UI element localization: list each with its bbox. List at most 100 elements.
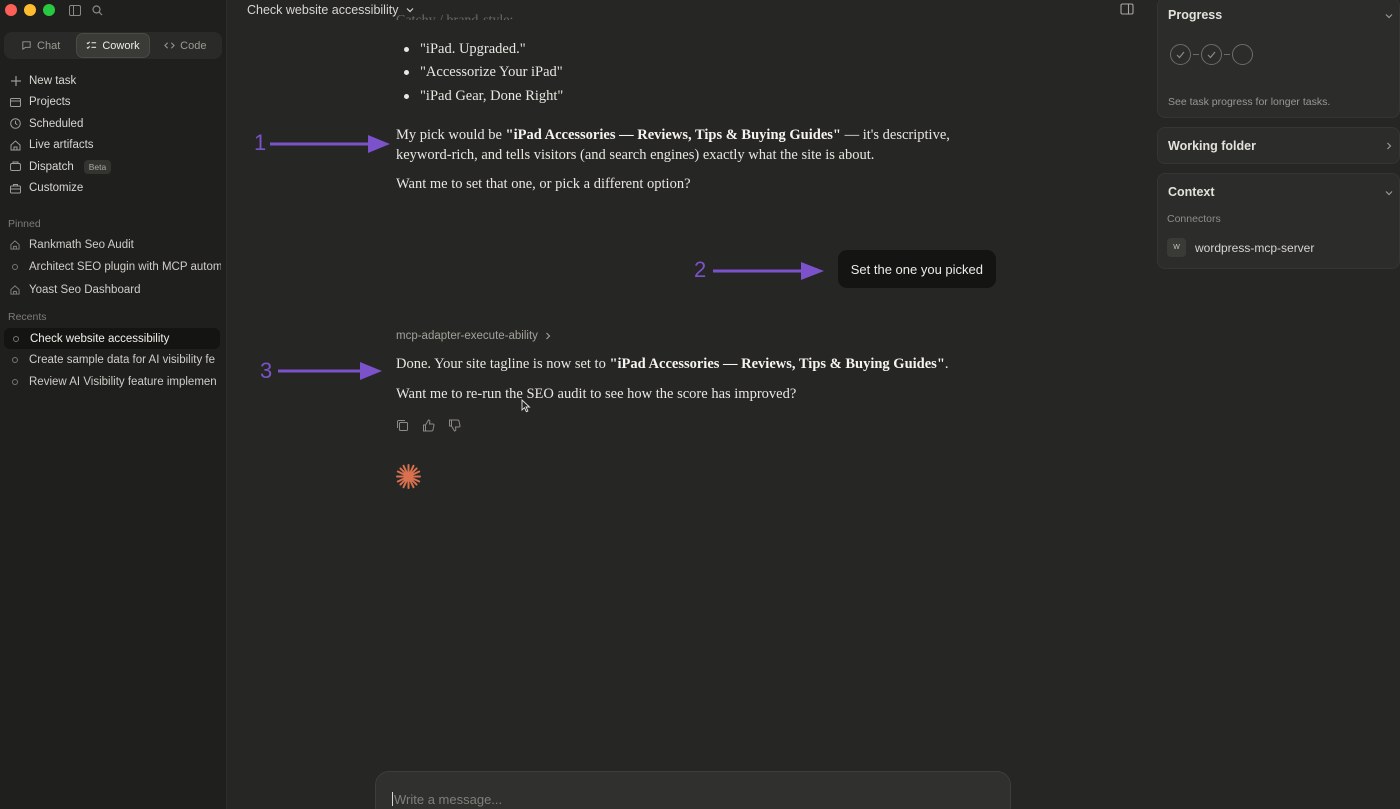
list-item: "iPad. Upgraded." xyxy=(404,38,563,61)
message-bold-text: "iPad Accessories — Reviews, Tips & Buyi… xyxy=(505,127,841,143)
chevron-down-icon[interactable] xyxy=(1383,10,1395,22)
sidebar-toggle-icon[interactable] xyxy=(68,3,82,17)
tab-cowork-label: Cowork xyxy=(102,39,140,52)
annotation-arrow-2 xyxy=(713,262,824,280)
recents-list: Check website accessibility Create sampl… xyxy=(0,328,227,394)
working-folder-card[interactable]: Working folder xyxy=(1157,127,1400,164)
search-icon[interactable] xyxy=(90,3,104,17)
sidebar-item-label: New task xyxy=(29,74,77,87)
progress-hint: See task progress for longer tasks. xyxy=(1168,96,1331,108)
mouse-cursor-icon xyxy=(521,399,531,413)
sidebar-item-label: Customize xyxy=(29,182,84,195)
connectors-label: Connectors xyxy=(1167,213,1221,225)
circle-icon xyxy=(10,377,20,387)
recent-item-label: Check website accessibility xyxy=(30,332,170,345)
page-title: Check website accessibility xyxy=(247,2,399,17)
pinned-item-label: Yoast Seo Dashboard xyxy=(29,283,141,296)
sidebar-item-scheduled[interactable]: Scheduled xyxy=(0,113,227,135)
conversation-title-dropdown[interactable]: Check website accessibility xyxy=(247,0,415,19)
pinned-heading: Pinned xyxy=(8,218,41,230)
working-folder-title: Working folder xyxy=(1168,139,1256,153)
step-connector xyxy=(1224,54,1230,55)
chevron-right-icon xyxy=(1387,142,1392,150)
pinned-list: Rankmath Seo Audit Architect SEO plugin … xyxy=(0,234,227,301)
app-window: Chat Cowork Code New task Projects Sched… xyxy=(0,0,1400,809)
tab-code[interactable]: Code xyxy=(150,33,221,58)
sidebar-item-dispatch[interactable]: Dispatch Beta xyxy=(0,156,227,178)
tab-chat[interactable]: Chat xyxy=(5,33,76,58)
sidebar-item-projects[interactable]: Projects xyxy=(0,92,227,114)
dispatch-icon xyxy=(10,161,21,172)
message-bold-text: "iPad Accessories — Reviews, Tips & Buyi… xyxy=(609,356,945,372)
message-input[interactable]: Write a message... xyxy=(392,792,502,807)
tab-code-label: Code xyxy=(180,39,207,52)
annotation-arrow-1 xyxy=(270,135,390,153)
list-item: "Accessorize Your iPad" xyxy=(404,61,563,84)
sidebar-item-label: Live artifacts xyxy=(29,139,94,152)
pinned-item[interactable]: Rankmath Seo Audit xyxy=(0,234,221,256)
step-connector xyxy=(1193,54,1199,55)
close-window-button[interactable] xyxy=(5,4,17,16)
sidebar: Chat Cowork Code New task Projects Sched… xyxy=(0,0,227,809)
tool-call-expander[interactable]: mcp-adapter-execute-ability xyxy=(396,330,552,342)
empty-step-circle-icon xyxy=(1232,44,1253,65)
briefcase-icon xyxy=(10,183,21,194)
pinned-item[interactable]: Architect SEO plugin with MCP autom xyxy=(0,256,221,278)
artifact-icon xyxy=(10,240,20,250)
message-composer[interactable]: Write a message... xyxy=(375,771,1011,809)
annotation-number-2: 2 xyxy=(694,257,707,282)
assistant-message-2: Done. Your site tagline is now set to "i… xyxy=(396,354,976,374)
connector-name: wordpress-mcp-server xyxy=(1195,240,1315,255)
message-text: My pick would be xyxy=(396,127,506,143)
sidebar-item-customize[interactable]: Customize xyxy=(0,178,227,200)
circle-icon xyxy=(11,334,21,344)
message-text: keyword-rich, and tells visitors (and se… xyxy=(396,147,875,163)
faded-heading: Catchy / brand-style: xyxy=(396,8,513,20)
pinned-item[interactable]: Yoast Seo Dashboard xyxy=(0,279,221,301)
thumbs-down-icon[interactable] xyxy=(448,419,462,433)
message-text: Done. Your site tagline is now set to xyxy=(396,356,610,372)
connector-item[interactable]: W wordpress-mcp-server xyxy=(1167,238,1314,257)
recent-item[interactable]: Create sample data for AI visibility fe xyxy=(0,349,221,371)
tagline-options-list: "iPad. Upgraded." "Accessorize Your iPad… xyxy=(404,38,563,108)
sidebar-item-label: Projects xyxy=(29,96,71,109)
message-actions xyxy=(396,419,462,433)
minimize-window-button[interactable] xyxy=(24,4,36,16)
message-text: — it's descriptive, xyxy=(840,127,950,143)
tab-chat-label: Chat xyxy=(37,39,61,52)
sidebar-toolbar xyxy=(68,3,104,17)
assistant-question-1: Want me to set that one, or pick a diffe… xyxy=(396,176,691,192)
pinned-item-label: Rankmath Seo Audit xyxy=(29,239,134,252)
copy-icon[interactable] xyxy=(396,419,410,433)
user-message-bubble: Set the one you picked xyxy=(837,250,996,288)
context-title: Context xyxy=(1168,185,1215,199)
sidebar-item-new-task[interactable]: New task xyxy=(0,70,227,92)
maximize-window-button[interactable] xyxy=(43,4,55,16)
recent-item-active[interactable]: Check website accessibility xyxy=(4,328,220,349)
assistant-message-1: My pick would be "iPad Accessories — Rev… xyxy=(396,125,976,165)
annotation-arrow-3 xyxy=(278,362,382,380)
sidebar-nav: New task Projects Scheduled Live artifac… xyxy=(0,70,227,199)
progress-card: Progress See task progress for longer ta… xyxy=(1157,0,1400,118)
assistant-question-2: Want me to re-run the SEO audit to see h… xyxy=(396,386,797,402)
recent-item[interactable]: Review AI Visibility feature implemen xyxy=(0,371,221,393)
folder-icon xyxy=(10,97,21,108)
pinned-item-label: Architect SEO plugin with MCP autom xyxy=(29,261,221,274)
clock-icon xyxy=(10,118,21,130)
chevron-down-icon[interactable] xyxy=(1383,187,1395,199)
artifact-icon xyxy=(10,285,20,295)
right-panel-toggle-icon[interactable] xyxy=(1120,2,1134,16)
circle-icon xyxy=(10,355,20,365)
sidebar-item-label: Scheduled xyxy=(29,117,84,130)
sidebar-item-label: Dispatch xyxy=(29,160,74,173)
window-controls xyxy=(5,4,55,16)
wordpress-icon: W xyxy=(1167,238,1186,257)
sidebar-item-live-artifacts[interactable]: Live artifacts xyxy=(0,135,227,157)
circle-icon xyxy=(10,262,20,272)
mode-switcher: Chat Cowork Code xyxy=(4,32,222,59)
checkmark-icon xyxy=(1201,44,1222,65)
code-brackets-icon xyxy=(164,42,175,49)
plus-icon xyxy=(10,75,21,86)
tab-cowork[interactable]: Cowork xyxy=(76,33,150,58)
thumbs-up-icon[interactable] xyxy=(422,419,436,433)
